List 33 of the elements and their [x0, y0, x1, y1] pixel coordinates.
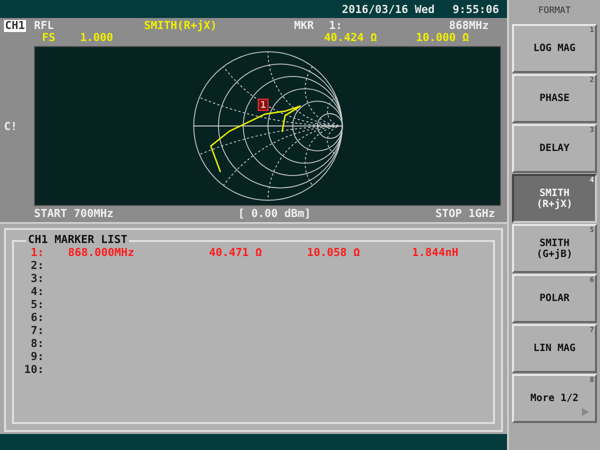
marker-number: 6:: [30, 311, 44, 324]
power-level: [ 0.00 dBm]: [238, 207, 311, 220]
side-label: C!: [3, 120, 18, 132]
marker-frequency: 868.000MHz: [68, 246, 134, 259]
marker-flag: 1: [257, 98, 268, 112]
marker-number: 8:: [30, 337, 44, 350]
channel-label: CH1: [4, 20, 26, 32]
scale-label: FS: [42, 32, 56, 44]
format-text: SMITH(R+jX): [144, 20, 217, 32]
marker-frequency: 868MHz: [449, 20, 489, 32]
marker-number: 10:: [24, 363, 44, 376]
marker-label: MKR: [294, 20, 314, 32]
start-frequency: START 700MHz: [34, 207, 114, 220]
marker-number: 3:: [30, 272, 44, 285]
marker-number: 4:: [30, 285, 44, 298]
marker-number: 5:: [30, 298, 44, 311]
marker-number: 9:: [30, 350, 44, 363]
time-text: 9:55:06: [452, 2, 499, 16]
stop-frequency: STOP 1GHz: [435, 207, 495, 220]
marker-resistance: 40.424 Ω: [324, 32, 377, 44]
measurement-text: RFL: [34, 20, 54, 32]
marker-reactance: 10.058 Ω: [307, 246, 360, 259]
marker-inductance: 1.844nH: [412, 246, 458, 259]
marker-number: 1:: [329, 20, 342, 32]
marker-resistance: 40.471 Ω: [209, 246, 262, 259]
menu-title: FORMAT: [537, 5, 572, 18]
marker-number: 2:: [30, 259, 44, 272]
marker-list-title: CH1 MARKER LIST: [26, 233, 130, 246]
marker-number: 7:: [30, 324, 44, 337]
marker-number: 1:: [30, 246, 44, 259]
date-text: 2016/03/16 Wed: [342, 2, 435, 16]
marker-reactance: 10.000 Ω: [416, 32, 469, 44]
scale-value: 1.000: [80, 32, 114, 44]
